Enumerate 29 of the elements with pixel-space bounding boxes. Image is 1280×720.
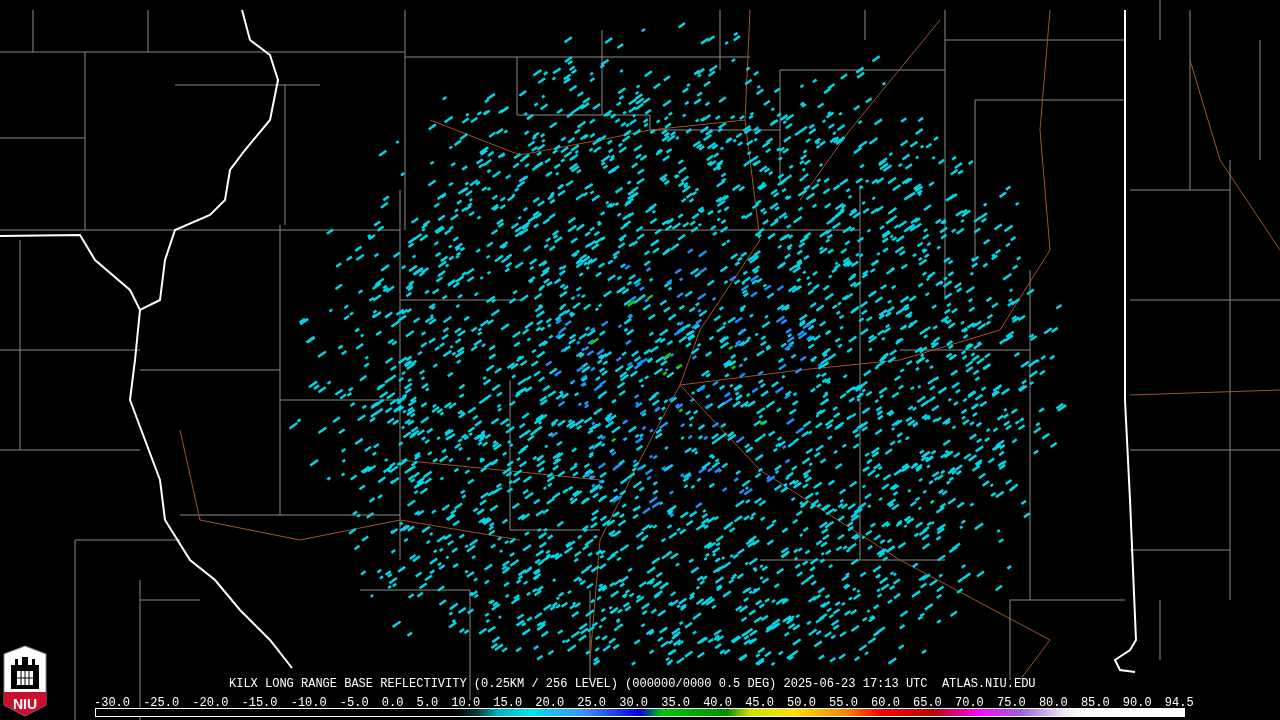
shield-logo-icon (3, 645, 47, 717)
scale-label: 40.0 (703, 697, 732, 709)
scale-label: 80.0 (1038, 697, 1068, 709)
scale-label: 10.0 (451, 697, 481, 709)
scale-label: 55.0 (829, 697, 858, 709)
scale-label: 5.0 (416, 697, 439, 709)
scale-label: 20.0 (535, 697, 565, 709)
product-title: KILX LONG RANGE BASE REFLECTIVITY (0.25KM / 256 LEVEL) (000000/0000 0.5 DEG) 2025-06-23 17:13 UTC ATLAS.NIU.EDU (229, 677, 1036, 691)
scale-label: 30.0 (619, 697, 649, 709)
scale-label: -20.0 (192, 697, 229, 709)
scale-label: 0.0 (381, 697, 404, 709)
scale-label: 90.0 (1122, 697, 1152, 709)
scale-label: 65.0 (913, 697, 942, 709)
scale-label: -5.0 (339, 697, 369, 709)
scale-label: -15.0 (241, 697, 278, 709)
scale-label: 60.0 (871, 697, 900, 709)
scale-label: 25.0 (577, 697, 607, 709)
scale-label: 50.0 (787, 697, 816, 709)
scale-label: 70.0 (955, 697, 984, 709)
scale-label: -25.0 (143, 697, 180, 709)
logo-text: NIU (11, 696, 39, 712)
scale-label: 94.5 (1164, 697, 1194, 709)
scale-label: 15.0 (493, 697, 523, 709)
scale-label: 35.0 (661, 697, 690, 709)
scale-label: -30.0 (94, 697, 130, 709)
scale-label: 45.0 (745, 697, 774, 709)
scale-label: 85.0 (1080, 697, 1110, 709)
scale-label: 75.0 (996, 697, 1026, 709)
scale-label: -10.0 (290, 697, 327, 709)
